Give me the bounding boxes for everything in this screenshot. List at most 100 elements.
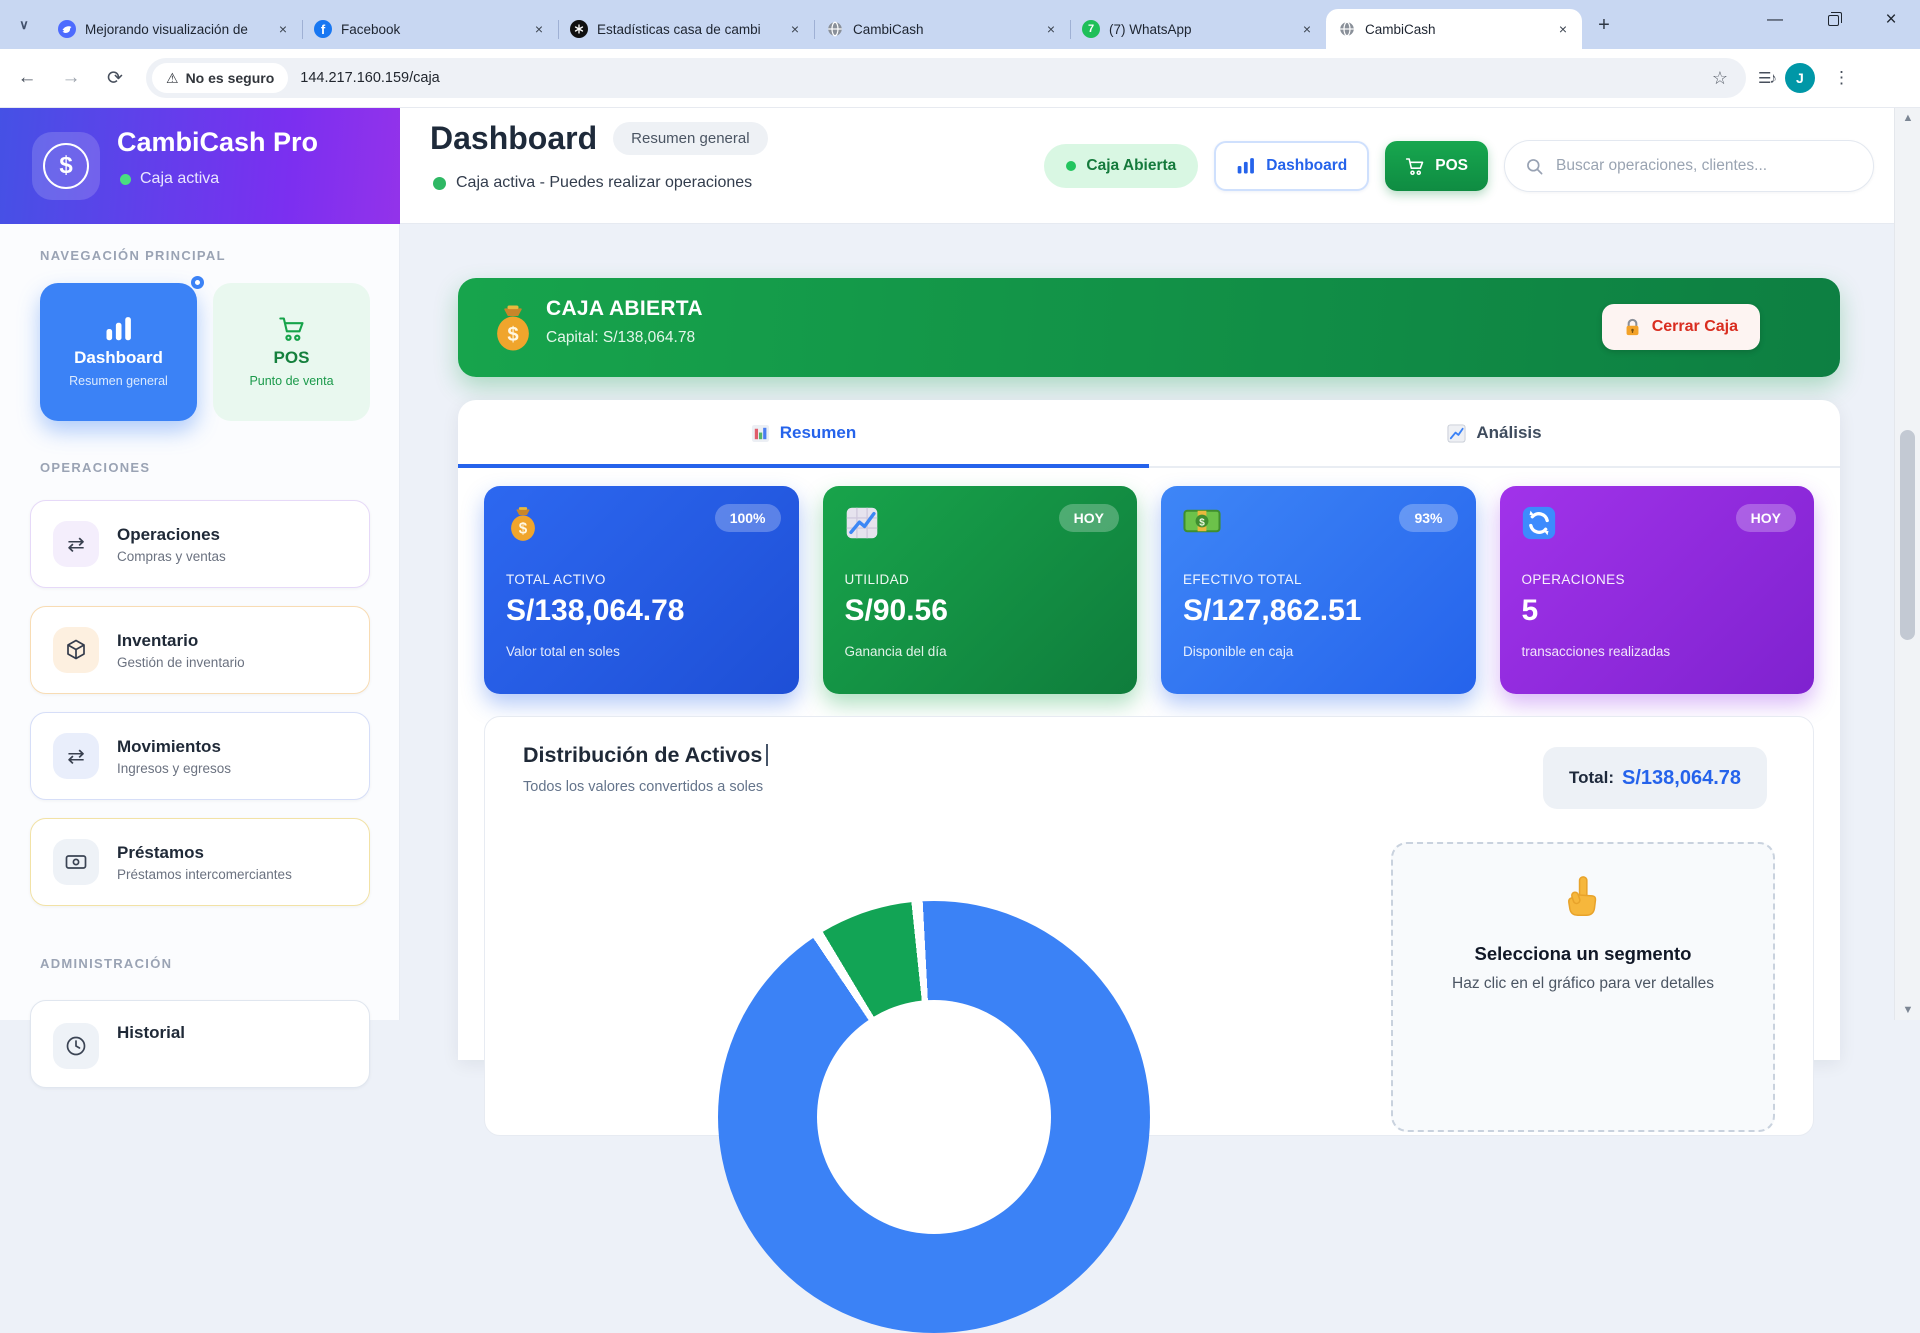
warning-icon: ⚠ [166, 70, 179, 87]
stat-cards-row: $ 100% TOTAL ACTIVO S/138,064.78 Valor t… [458, 468, 1840, 694]
tab-search-chevron-icon[interactable]: ∨ [10, 11, 38, 39]
cart-icon [1405, 157, 1425, 176]
sidebar-item-dashboard[interactable]: Dashboard Resumen general [40, 283, 197, 421]
stat-sub: Ganancia del día [845, 644, 947, 659]
security-chip[interactable]: ⚠ No es seguro [152, 63, 288, 93]
stat-value: S/138,064.78 [506, 594, 685, 628]
bookmark-star-icon[interactable]: ☆ [1702, 68, 1738, 89]
dashboard-content: $ CAJA ABIERTA Capital: S/138,064.78 Cer… [400, 224, 1920, 1020]
window-restore-button[interactable] [1804, 0, 1862, 40]
browser-tab-cambicash-active[interactable]: CambiCash × [1326, 9, 1582, 49]
sidebar-item-movimientos[interactable]: ⇄ Movimientos Ingresos y egresos [30, 712, 370, 800]
close-icon[interactable]: × [1554, 20, 1572, 38]
stat-value: S/90.56 [845, 594, 948, 628]
section-label-administration: ADMINISTRACIÓN [40, 956, 172, 971]
scroll-down-icon[interactable]: ▼ [1895, 1004, 1920, 1016]
brand-status: Caja activa [120, 170, 219, 188]
browser-tab-whatsapp[interactable]: 7 (7) WhatsApp × [1070, 9, 1326, 49]
new-tab-button[interactable]: + [1590, 11, 1618, 39]
dashboard-button[interactable]: Dashboard [1214, 141, 1369, 191]
close-icon[interactable]: × [1298, 20, 1316, 38]
forward-icon[interactable]: → [54, 61, 88, 95]
globe-icon [1338, 20, 1356, 38]
back-icon[interactable]: ← [10, 61, 44, 95]
tab-analisis[interactable]: Análisis [1149, 400, 1840, 466]
cerrar-caja-button[interactable]: Cerrar Caja [1602, 304, 1760, 350]
total-value: S/138,064.78 [1622, 767, 1741, 790]
stat-label: EFECTIVO TOTAL [1183, 572, 1302, 587]
search-box[interactable] [1504, 140, 1874, 192]
distribution-card: Distribución de Activos Todos los valore… [484, 716, 1814, 1136]
stat-card-operaciones[interactable]: HOY OPERACIONES 5 transacciones realizad… [1500, 486, 1815, 694]
sidebar-item-label: Dashboard [74, 348, 163, 368]
sidebar-item-label: Inventario [117, 631, 245, 651]
main-header: Dashboard Resumen general Caja activa - … [400, 108, 1920, 224]
sidebar-item-sub: Punto de venta [249, 374, 333, 388]
search-input[interactable] [1556, 157, 1853, 175]
status-dot-icon [120, 174, 131, 185]
chart-up-icon [845, 506, 879, 540]
swap-arrows-icon: ⇄ [53, 521, 99, 567]
browser-tab-facebook[interactable]: f Facebook × [302, 9, 558, 49]
caja-abierta-pill: Caja Abierta [1044, 144, 1198, 188]
address-bar[interactable]: ⚠ No es seguro 144.217.160.159/caja ☆ [146, 58, 1746, 98]
stat-badge: 100% [715, 504, 781, 532]
notification-dot-icon [191, 276, 204, 289]
caja-abierta-banner: $ CAJA ABIERTA Capital: S/138,064.78 Cer… [458, 278, 1840, 377]
sidebar-item-sub: Préstamos intercomerciantes [117, 867, 292, 882]
stat-card-utilidad[interactable]: HOY UTILIDAD S/90.56 Ganancia del día [823, 486, 1138, 694]
tab-title: Estadísticas casa de cambi [597, 22, 777, 37]
money-bag-icon: $ [490, 304, 536, 357]
media-controls-icon[interactable]: ☰♪ [1758, 69, 1775, 87]
scrollbar-thumb[interactable] [1900, 430, 1915, 640]
pointing-hand-icon [1560, 874, 1606, 920]
chatgpt-icon [570, 20, 588, 38]
window-minimize-button[interactable]: — [1746, 0, 1804, 40]
browser-tab-cambicash-1[interactable]: CambiCash × [814, 9, 1070, 49]
stat-card-total-activo[interactable]: $ 100% TOTAL ACTIVO S/138,064.78 Valor t… [484, 486, 799, 694]
browser-tab-deepseek[interactable]: Mejorando visualización de × [46, 9, 302, 49]
sidebar-item-label: Movimientos [117, 737, 231, 757]
sidebar-item-label: Préstamos [117, 843, 292, 863]
svg-text:$: $ [507, 324, 518, 346]
close-icon[interactable]: × [274, 20, 292, 38]
donut-chart[interactable] [718, 901, 1150, 1333]
hint-title: Selecciona un segmento [1393, 943, 1773, 965]
window-close-button[interactable]: × [1862, 0, 1920, 40]
summary-card: Resumen Análisis $ 100% TOTAL ACTIVO S/1… [458, 400, 1840, 1060]
sidebar-item-label: Operaciones [117, 525, 226, 545]
browser-menu-icon[interactable]: ⋮ [1825, 68, 1858, 88]
stat-card-efectivo-total[interactable]: $ 93% EFECTIVO TOTAL S/127,862.51 Dispon… [1161, 486, 1476, 694]
close-icon[interactable]: × [1042, 20, 1060, 38]
reload-icon[interactable]: ⟳ [98, 61, 132, 95]
page-scrollbar[interactable]: ▲ ▼ [1894, 108, 1920, 1020]
banknote-icon [53, 839, 99, 885]
tab-title: CambiCash [853, 22, 1033, 37]
stat-label: UTILIDAD [845, 572, 910, 587]
profile-avatar[interactable]: J [1785, 63, 1815, 93]
section-label-navigation: NAVEGACIÓN PRINCIPAL [40, 248, 226, 263]
facebook-icon: f [314, 20, 332, 38]
pos-button[interactable]: POS [1385, 141, 1488, 191]
distribution-title: Distribución de Activos [523, 743, 768, 768]
sidebar-item-pos[interactable]: POS Punto de venta [213, 283, 370, 421]
banner-title: CAJA ABIERTA [546, 297, 703, 321]
bar-chart-color-icon [751, 424, 770, 443]
brand-header: $ CambiCash Pro Caja activa [0, 108, 400, 224]
scroll-up-icon[interactable]: ▲ [1895, 112, 1920, 124]
total-pill: Total: S/138,064.78 [1543, 747, 1767, 809]
segment-hint-panel: Selecciona un segmento Haz clic en el gr… [1391, 842, 1775, 1132]
page-title: Dashboard [430, 120, 597, 157]
sidebar-item-sub: Gestión de inventario [117, 655, 245, 670]
total-label: Total: [1569, 768, 1614, 788]
browser-toolbar: ← → ⟳ ⚠ No es seguro 144.217.160.159/caj… [0, 49, 1920, 108]
search-icon [1525, 157, 1544, 176]
browser-tab-estadisticas[interactable]: Estadísticas casa de cambi × [558, 9, 814, 49]
sidebar-item-operaciones[interactable]: ⇄ Operaciones Compras y ventas [30, 500, 370, 588]
close-icon[interactable]: × [786, 20, 804, 38]
close-icon[interactable]: × [530, 20, 548, 38]
sidebar-item-inventario[interactable]: Inventario Gestión de inventario [30, 606, 370, 694]
tab-resumen[interactable]: Resumen [458, 400, 1149, 466]
sidebar-item-historial[interactable]: Historial [30, 1000, 370, 1088]
sidebar-item-prestamos[interactable]: Préstamos Préstamos intercomerciantes [30, 818, 370, 906]
